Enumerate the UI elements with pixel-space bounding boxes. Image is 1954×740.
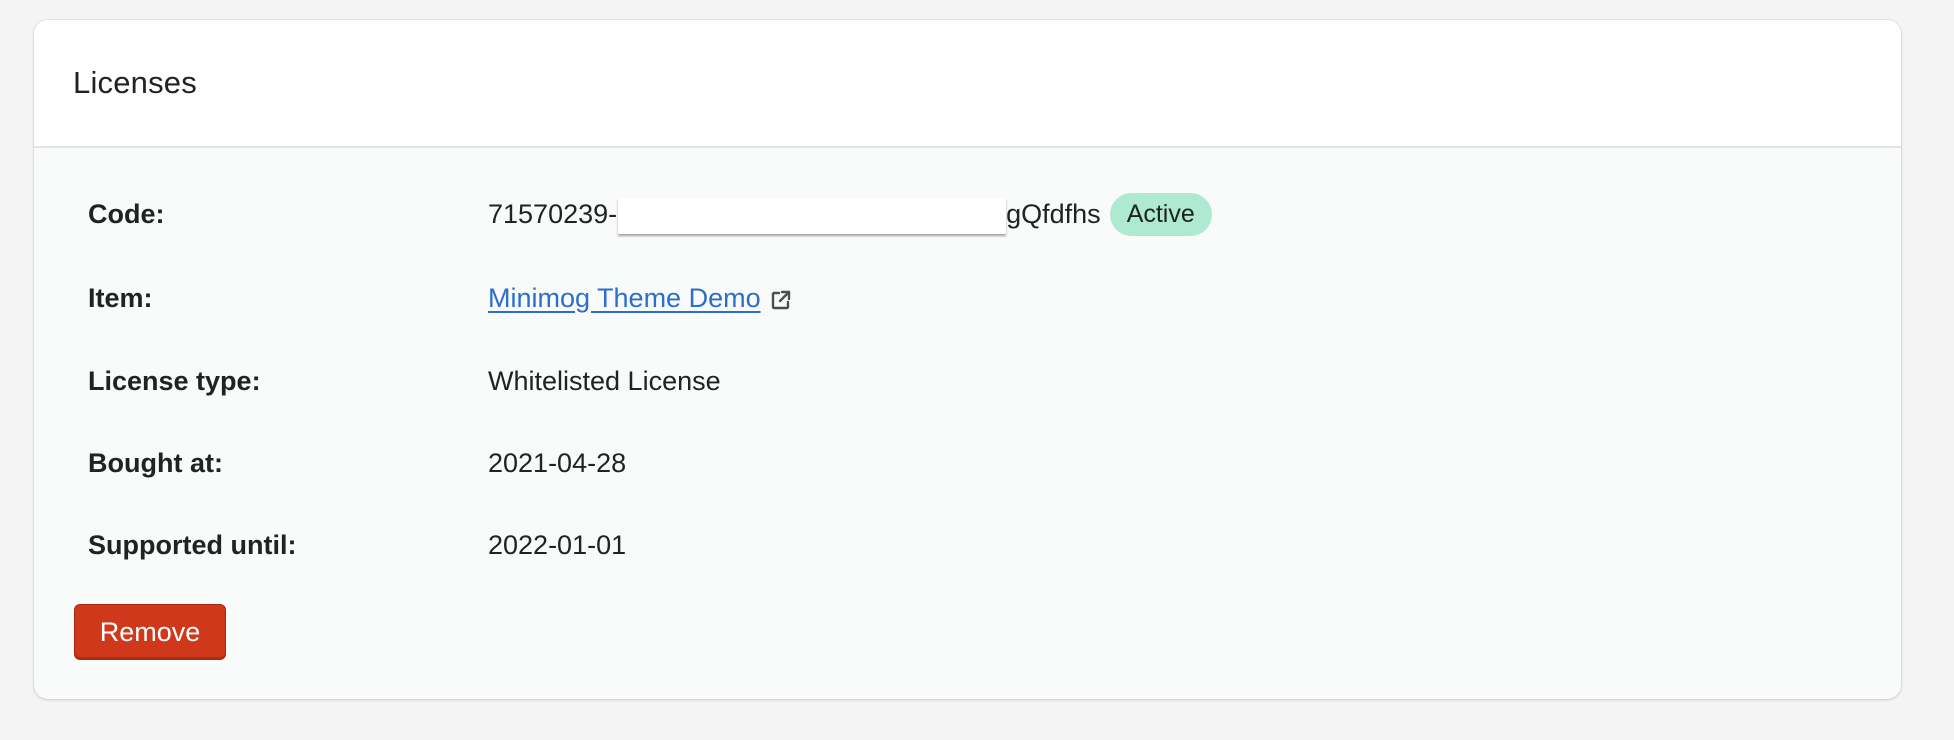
- remove-button[interactable]: Remove: [74, 604, 226, 660]
- license-type-row: License type: Whitelisted License: [88, 361, 721, 401]
- code-row: Code: 71570239- gQfdfhs Active: [88, 192, 1212, 236]
- supported-until-row: Supported until: 2022-01-01: [88, 525, 626, 565]
- license-type-label: License type:: [88, 365, 261, 396]
- license-code-prefix: 71570239-: [488, 198, 618, 229]
- status-badge: Active: [1109, 192, 1212, 236]
- item-label: Item:: [88, 282, 153, 313]
- item-value: Minimog Theme Demo: [488, 283, 792, 314]
- supported-until-label: Supported until:: [88, 529, 297, 560]
- license-code-suffix: gQfdfhs: [1006, 198, 1101, 229]
- code-label: Code:: [88, 198, 165, 229]
- bought-at-row: Bought at: 2021-04-28: [88, 443, 626, 483]
- item-link[interactable]: Minimog Theme Demo: [488, 283, 761, 314]
- card-header: Licenses: [34, 20, 1901, 148]
- redaction-box: [618, 198, 1007, 234]
- license-type-value: Whitelisted License: [488, 365, 721, 396]
- external-link-icon[interactable]: [770, 287, 792, 310]
- license-code: 71570239- gQfdfhs: [488, 196, 1101, 234]
- license-details: Code: 71570239- gQfdfhs Active Item: Mini…: [34, 148, 1901, 699]
- bought-at-label: Bought at:: [88, 447, 223, 478]
- bought-at-value: 2021-04-28: [488, 447, 627, 478]
- licenses-card: Licenses Code: 71570239- gQfdfhs Active I…: [34, 20, 1901, 699]
- code-value: 71570239- gQfdfhs Active: [488, 192, 1212, 236]
- supported-until-value: 2022-01-01: [488, 529, 627, 560]
- card-title: Licenses: [73, 65, 197, 100]
- item-row: Item: Minimog Theme Demo: [88, 278, 792, 318]
